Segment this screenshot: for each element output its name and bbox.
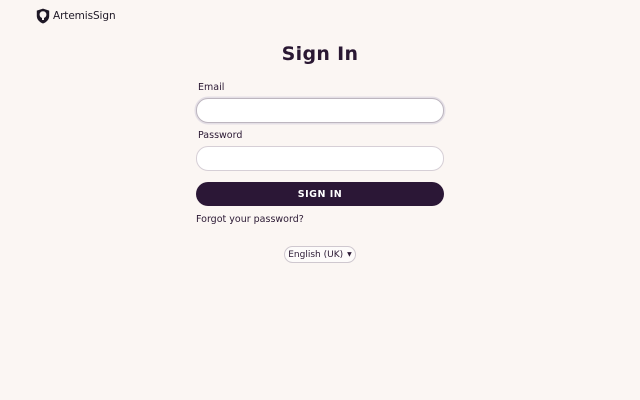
language-selected: English (UK) [288,249,344,260]
password-field[interactable] [196,146,444,171]
forgot-password-link[interactable]: Forgot your password? [196,214,304,225]
sign-in-button[interactable]: SIGN IN [196,182,444,206]
page-title: Sign In [281,43,359,65]
email-label: Email [198,82,225,93]
shield-icon [36,8,50,24]
brand-name: ArtemisSign [53,9,116,22]
caret-down-icon: ▼ [347,250,352,258]
brand-logo[interactable]: ArtemisSign [36,7,116,25]
email-field[interactable] [196,98,444,123]
language-selector[interactable]: English (UK) ▼ [284,246,356,263]
password-label: Password [198,130,243,141]
